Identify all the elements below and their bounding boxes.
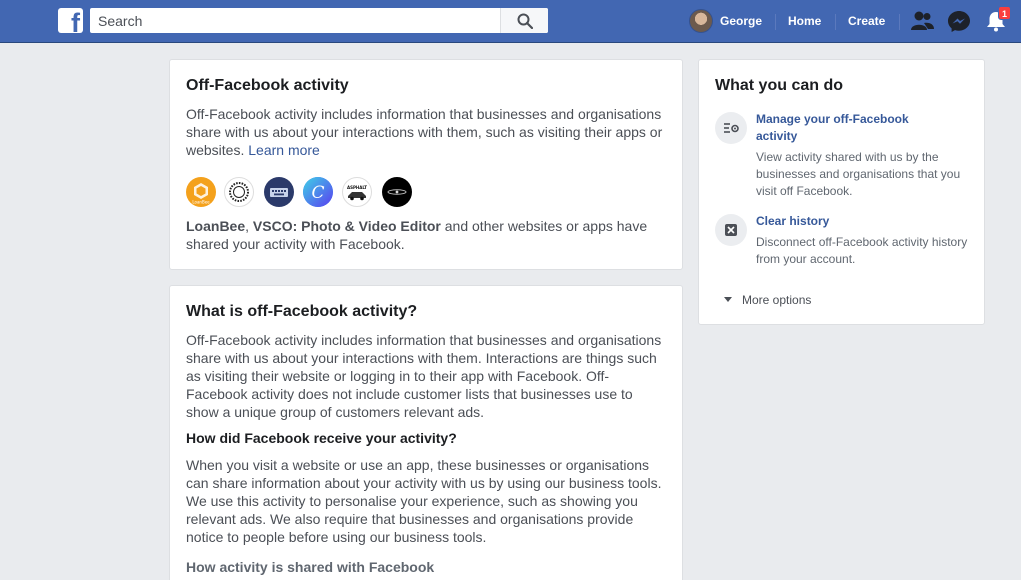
avatar bbox=[689, 9, 713, 33]
create-link[interactable]: Create bbox=[848, 14, 885, 28]
search-box bbox=[90, 8, 548, 33]
search-input[interactable] bbox=[90, 8, 500, 33]
messenger-icon[interactable] bbox=[947, 10, 971, 32]
svg-text:C: C bbox=[311, 183, 324, 203]
clear-x-icon bbox=[715, 214, 747, 246]
manage-list-icon bbox=[715, 112, 747, 144]
card-description: Off-Facebook activity includes informati… bbox=[186, 106, 663, 158]
canva-icon[interactable]: C bbox=[303, 177, 333, 207]
explanation-paragraph: When you visit a website or use an app, … bbox=[186, 457, 662, 545]
search-icon bbox=[517, 13, 533, 29]
learn-more-link[interactable]: Learn more bbox=[248, 142, 320, 158]
nav-divider bbox=[835, 14, 836, 30]
card-title: Off-Facebook activity bbox=[186, 77, 349, 94]
clear-history-link[interactable]: Clear history bbox=[756, 213, 946, 230]
manage-activity-link[interactable]: Manage your off-Facebook activity bbox=[756, 111, 946, 145]
app-name: LoanBee bbox=[186, 218, 246, 234]
card-title: What is off-Facebook activity? bbox=[186, 303, 418, 320]
dark-app-icon[interactable] bbox=[382, 177, 412, 207]
facebook-logo-icon[interactable]: f bbox=[58, 8, 83, 33]
section-heading: How activity is shared with Facebook bbox=[186, 559, 435, 575]
user-name: George bbox=[720, 14, 763, 28]
keyboard-app-icon[interactable] bbox=[264, 177, 294, 207]
nav-divider bbox=[775, 14, 776, 30]
loanbee-icon[interactable]: LoanBee bbox=[186, 177, 216, 207]
manage-activity-description: View activity shared with us by the busi… bbox=[756, 150, 961, 198]
explanation-paragraph: Off-Facebook activity includes informati… bbox=[186, 332, 662, 420]
notification-badge: 1 bbox=[998, 6, 1011, 20]
svg-text:LoanBee: LoanBee bbox=[192, 200, 210, 205]
apps-summary-text: LoanBee, VSCO: Photo & Video Editor and … bbox=[186, 218, 648, 252]
vsco-icon[interactable] bbox=[224, 177, 254, 207]
clear-history-description: Disconnect off-Facebook activity history… bbox=[756, 235, 968, 266]
nav-divider bbox=[899, 14, 900, 30]
search-button[interactable] bbox=[500, 8, 548, 33]
panel-title: What you can do bbox=[715, 77, 843, 94]
chevron-down-icon[interactable] bbox=[724, 297, 732, 302]
app-name: VSCO: Photo & Video Editor bbox=[252, 218, 441, 234]
section-heading: How did Facebook receive your activity? bbox=[186, 430, 457, 446]
top-navigation-bar: f George Home Create 1 bbox=[0, 0, 1021, 43]
svg-text:ASPHALT: ASPHALT bbox=[347, 185, 367, 190]
asphalt-icon[interactable]: ASPHALT bbox=[342, 177, 372, 207]
home-link[interactable]: Home bbox=[788, 14, 821, 28]
more-options-link[interactable]: More options bbox=[742, 293, 811, 307]
friend-requests-icon[interactable] bbox=[910, 10, 934, 32]
